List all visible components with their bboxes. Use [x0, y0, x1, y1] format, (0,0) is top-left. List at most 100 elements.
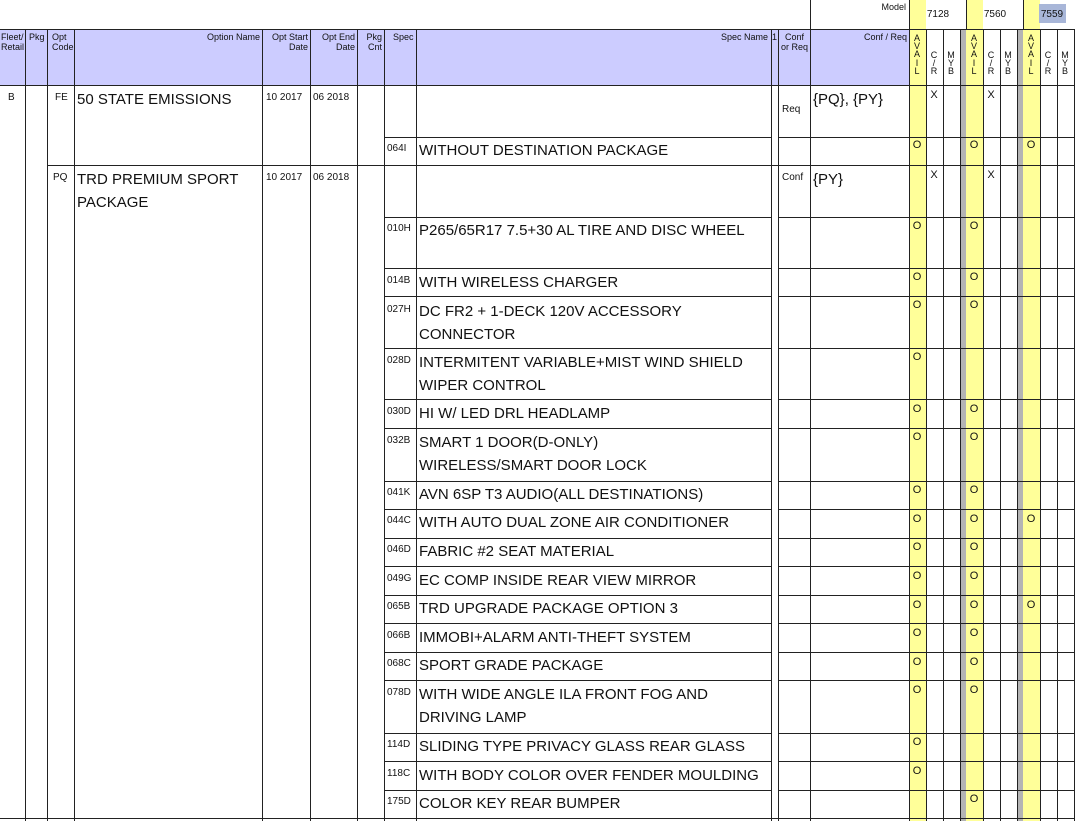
spec-name: EC COMP INSIDE REAR VIEW MIRROR [419, 572, 697, 589]
spec-code: 068C [387, 658, 411, 669]
conf-or-req-pq: Conf [782, 172, 804, 183]
spec-name: WITH WIDE ANGLE ILA FRONT FOG AND DRIVIN… [419, 686, 708, 726]
spec-code: 032B [387, 435, 411, 446]
avail-mark-027h-7128: O [912, 299, 922, 311]
avail-mark-065b-7560: O [969, 599, 979, 611]
avail-mark-064i-7559: O [1026, 139, 1036, 151]
avail-mark-014b-7560: O [969, 271, 979, 283]
avail-mark-065b-7559: O [1026, 599, 1036, 611]
cr-mark-pq-7560: X [987, 169, 995, 181]
avail-mark-041k-7128: O [912, 484, 922, 496]
conf-req-list-pq: {PY} [813, 171, 844, 188]
avail-mark-014b-7128: O [912, 271, 922, 283]
column-header-pkg: Pkg [29, 32, 45, 42]
column-header-spec: Spec [393, 32, 414, 42]
avail-mark-044c-7128: O [912, 513, 922, 525]
avail-mark-049g-7128: O [912, 570, 922, 582]
column-header-option-name: Option Name [206, 32, 260, 42]
avail-mark-049g-7560: O [969, 570, 979, 582]
cr-mark-fe-7560: X [987, 89, 995, 101]
avail-mark-046d-7560: O [969, 541, 979, 553]
spec-name: P265/65R17 7.5+30 AL TIRE AND DISC WHEEL [419, 222, 745, 239]
column-header-opt-code: Opt Code [52, 32, 74, 52]
avail-mark-066b-7128: O [912, 627, 922, 639]
cr-header-7128: C / R [930, 50, 938, 77]
spec-code: 118C [387, 768, 411, 779]
avail-mark-030d-7128: O [912, 403, 922, 415]
column-header-opt-end: Opt End Date [321, 32, 355, 52]
myb-header-7559: M Y B [1061, 50, 1069, 77]
avail-header-7560: A V A I L [970, 33, 977, 76]
spec-name: SPORT GRADE PACKAGE [419, 657, 604, 674]
spec-code: 028D [387, 355, 411, 366]
myb-header-7560: M Y B [1004, 50, 1012, 77]
model-7559-number: 7559 [1040, 9, 1064, 20]
spec-code: 030D [387, 406, 411, 417]
avail-mark-030d-7560: O [969, 403, 979, 415]
spec-name: WITHOUT DESTINATION PACKAGE [419, 142, 669, 159]
avail-mark-010h-7128: O [912, 220, 922, 232]
conf-or-req-fe: Req [782, 104, 801, 115]
avail-mark-032b-7128: O [912, 431, 922, 443]
spec-name: WITH BODY COLOR OVER FENDER MOULDING [419, 767, 759, 784]
avail-mark-064i-7128: O [912, 139, 922, 151]
spec-code: 044C [387, 515, 411, 526]
spec-code: 064I [387, 143, 407, 154]
opt-end-fe: 06 2018 [313, 92, 350, 103]
avail-header-7128: A V A I L [913, 33, 920, 76]
avail-mark-044c-7559: O [1026, 513, 1036, 525]
column-header-spec-name-suffix: 1 [772, 32, 778, 42]
avail-mark-118c-7128: O [912, 765, 922, 777]
spec-name: TRD UPGRADE PACKAGE OPTION 3 [419, 600, 678, 617]
spec-code: 175D [387, 796, 411, 807]
cr-header-7560: C / R [987, 50, 995, 77]
spec-name: COLOR KEY REAR BUMPER [419, 795, 621, 812]
spec-name: DC FR2 + 1-DECK 120V ACCESSORY CONNECTOR [419, 303, 682, 343]
cr-header-7559: C / R [1044, 50, 1052, 77]
avail-mark-032b-7560: O [969, 431, 979, 443]
myb-header-7128: M Y B [947, 50, 955, 77]
conf-req-list-fe: {PQ}, {PY} [813, 91, 884, 108]
spec-name: INTERMITENT VARIABLE+MIST WIND SHIELD WI… [419, 354, 743, 394]
spec-code: 065B [387, 601, 411, 612]
spec-code: 066B [387, 630, 411, 641]
spec-name: HI W/ LED DRL HEADLAMP [419, 405, 611, 422]
spec-name: SLIDING TYPE PRIVACY GLASS REAR GLASS [419, 738, 745, 755]
column-header-fleet-retail: Fleet/ Retail [1, 32, 25, 52]
avail-mark-068c-7128: O [912, 656, 922, 668]
spec-code: 114D [387, 739, 411, 750]
cr-mark-pq-7128: X [930, 169, 938, 181]
avail-mark-046d-7128: O [912, 541, 922, 553]
opt-code-pq: PQ [53, 172, 68, 183]
model-7560-number: 7560 [983, 9, 1007, 20]
spec-name: WITH AUTO DUAL ZONE AIR CONDITIONER [419, 514, 730, 531]
spec-name: FABRIC #2 SEAT MATERIAL [419, 543, 615, 560]
spec-code: 046D [387, 544, 411, 555]
spec-code: 027H [387, 304, 411, 315]
model-label: Model [881, 2, 906, 12]
avail-mark-065b-7128: O [912, 599, 922, 611]
avail-mark-044c-7560: O [969, 513, 979, 525]
avail-mark-068c-7560: O [969, 656, 979, 668]
column-header-pkg-cnt: Pkg Cnt [366, 32, 382, 52]
opt-end-pq: 06 2018 [313, 172, 350, 183]
model-7559-avail-column [1023, 0, 1040, 821]
avail-mark-027h-7560: O [969, 299, 979, 311]
column-header-opt-start: Opt Start Date [271, 32, 308, 52]
cr-mark-fe-7128: X [930, 89, 938, 101]
spec-name: AVN 6SP T3 AUDIO(ALL DESTINATIONS) [419, 486, 704, 503]
avail-mark-066b-7560: O [969, 627, 979, 639]
column-header-spec-name: Spec Name [720, 32, 768, 42]
spec-code: 049G [387, 573, 412, 584]
spec-code: 010H [387, 223, 411, 234]
column-header-conf-or-req: Conf or Req [780, 32, 808, 52]
spec-name: SMART 1 DOOR(D-ONLY) WIRELESS/SMART DOOR… [419, 434, 647, 474]
spec-code: 014B [387, 275, 411, 286]
avail-mark-028d-7128: O [912, 351, 922, 363]
column-header-conf-req: Conf / Req [863, 32, 907, 42]
spec-name: WITH WIRELESS CHARGER [419, 274, 619, 291]
spec-code: 078D [387, 687, 411, 698]
avail-mark-041k-7560: O [969, 484, 979, 496]
model-7128-number: 7128 [926, 9, 950, 20]
option-name-pq: TRD PREMIUM SPORT PACKAGE [77, 171, 239, 211]
